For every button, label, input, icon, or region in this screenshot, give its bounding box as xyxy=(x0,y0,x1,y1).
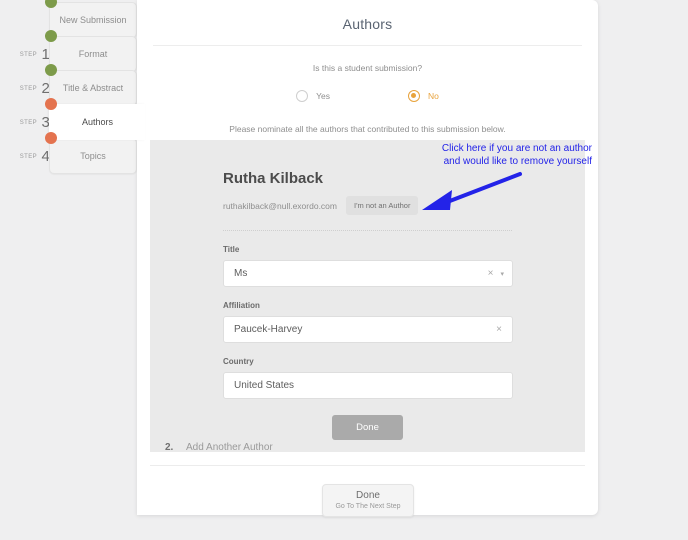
sidebar-item-topics[interactable]: Topics xyxy=(49,138,137,174)
step-word: STEP xyxy=(19,86,38,92)
step-dot-icon xyxy=(45,98,57,110)
annotation-line-1: Click here if you are not an author xyxy=(441,143,592,154)
sidebar-step-title-abstract[interactable]: STEP 2. Title & Abstract xyxy=(0,64,150,108)
chevron-down-icon[interactable]: ▾ xyxy=(495,270,504,278)
author-divider xyxy=(223,230,512,231)
title-divider xyxy=(153,45,582,46)
clear-icon[interactable]: × xyxy=(486,268,496,279)
sidebar-item-authors[interactable]: Authors xyxy=(49,104,145,140)
step-word: STEP xyxy=(19,154,38,160)
sidebar-step-format[interactable]: STEP 1. Format xyxy=(0,30,150,74)
radio-option-yes[interactable]: Yes xyxy=(296,90,330,102)
student-submission-question: Is this a student submission? xyxy=(312,63,423,73)
author-email: ruthakilback@null.exordo.com xyxy=(223,200,337,211)
field-affiliation: Affiliation Paucek-Harvey × xyxy=(223,301,513,343)
field-label-title: Title xyxy=(223,245,240,254)
sidebar-item-label: Authors xyxy=(81,117,114,127)
go-to-next-step-button[interactable]: Done Go To The Next Step xyxy=(322,484,414,517)
wizard-sidebar: New Submission STEP 1. Format STEP 2. Ti… xyxy=(0,0,150,540)
sidebar-item-label: New Submission xyxy=(59,15,127,25)
sidebar-step-topics[interactable]: STEP 4. Topics xyxy=(0,132,150,176)
step-number-topics: STEP 4. xyxy=(12,148,54,166)
annotation-arrow-icon xyxy=(422,172,522,210)
country-input[interactable]: United States xyxy=(223,372,513,399)
field-title: Title Ms × ▾ xyxy=(223,245,513,287)
affiliation-input[interactable]: Paucek-Harvey × xyxy=(223,316,513,343)
student-submission-radio-group: Yes No xyxy=(137,90,598,102)
step-number-format: STEP 1. xyxy=(12,46,54,64)
title-value: Ms xyxy=(234,268,248,279)
radio-label-yes: Yes xyxy=(316,91,330,101)
sidebar-step-new-submission[interactable]: New Submission xyxy=(0,0,150,40)
page-title: Authors xyxy=(342,16,393,32)
radio-circle-checked-icon[interactable] xyxy=(408,90,420,102)
annotation-text: Click here if you are not an author and … xyxy=(412,142,592,168)
title-select[interactable]: Ms × ▾ xyxy=(223,260,513,287)
add-author-number: 2. xyxy=(165,441,174,453)
add-author-label: Add Another Author xyxy=(186,441,273,453)
field-label-country: Country xyxy=(223,357,254,366)
affiliation-value: Paucek-Harvey xyxy=(234,324,303,335)
step-dot-icon xyxy=(45,30,57,42)
step-dot-icon xyxy=(45,64,57,76)
field-label-affiliation: Affiliation xyxy=(223,301,260,310)
sidebar-step-authors[interactable]: STEP 3. Authors xyxy=(0,98,150,142)
radio-circle-icon[interactable] xyxy=(296,90,309,102)
step-dot-icon xyxy=(45,132,57,144)
step-word: STEP xyxy=(19,120,38,126)
nominate-instruction: Please nominate all the authors that con… xyxy=(229,124,506,134)
add-another-author-row[interactable]: 2. Add Another Author xyxy=(150,429,585,466)
sidebar-item-new-submission[interactable]: New Submission xyxy=(49,2,137,38)
radio-label-no: No xyxy=(428,91,439,101)
main-content-card: Authors Is this a student submission? Ye… xyxy=(137,0,598,515)
not-an-author-button[interactable]: I'm not an Author xyxy=(346,196,419,215)
clear-icon[interactable]: × xyxy=(494,324,504,335)
radio-option-no[interactable]: No xyxy=(408,90,439,102)
sidebar-item-label: Title & Abstract xyxy=(62,83,124,93)
next-step-sub-label: Go To The Next Step xyxy=(335,503,401,510)
step-number-authors: STEP 3. xyxy=(12,114,54,132)
step-number-title-abstract: STEP 2. xyxy=(12,80,54,98)
next-step-main-label: Done xyxy=(356,490,380,501)
sidebar-item-label: Topics xyxy=(80,151,106,161)
step-word: STEP xyxy=(19,52,38,58)
country-value: United States xyxy=(234,380,295,391)
annotation-line-2: and would like to remove yourself xyxy=(443,156,592,167)
sidebar-item-format[interactable]: Format xyxy=(49,36,137,72)
field-country: Country United States xyxy=(223,357,513,399)
sidebar-item-label: Format xyxy=(78,49,108,59)
sidebar-item-title-abstract[interactable]: Title & Abstract xyxy=(49,70,137,106)
